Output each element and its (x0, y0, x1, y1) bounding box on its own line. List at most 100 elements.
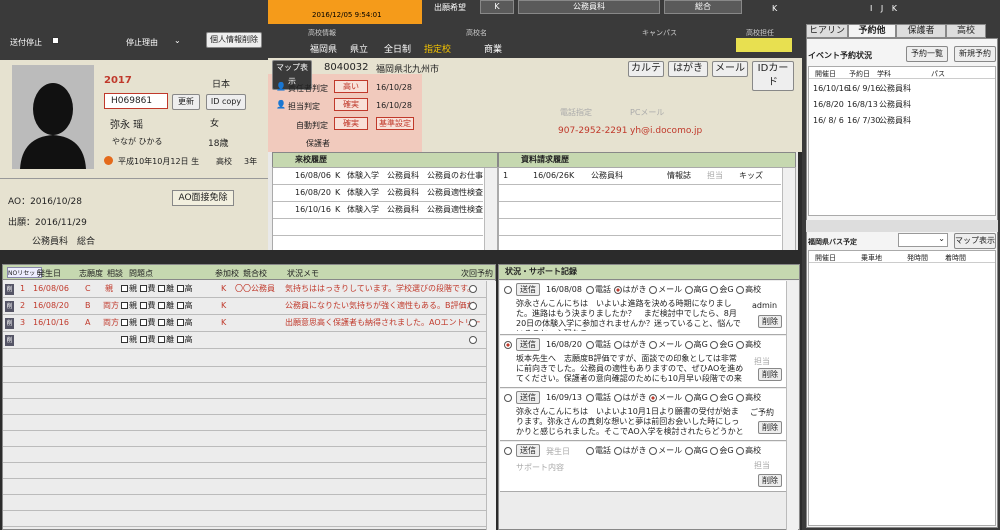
channel-options[interactable]: 電話 はがき メール 高G 会G 高校 (586, 392, 761, 403)
next-reserve-radio[interactable] (469, 319, 477, 327)
channel-options[interactable]: 電話 はがき メール 高G 会G 高校 (586, 445, 761, 456)
record-radio[interactable] (504, 447, 512, 455)
record-text[interactable]: 弥永さんこんにちは いよいよ進路を決める時期になりました。進路はもう決まりました… (516, 299, 744, 331)
ao-exempt-button[interactable]: AO面接免除 (172, 190, 234, 206)
criteria-button[interactable]: 基準設定 (376, 117, 414, 130)
scrollbar[interactable] (484, 168, 497, 250)
list-item[interactable]: 16/10/16 K 体験入学 公務員科 公務員適性検査 (273, 202, 483, 219)
id-copy-button[interactable]: ID copy (206, 94, 246, 110)
docs-history-title: 資料請求履歴 (498, 152, 796, 168)
scrollbar[interactable] (782, 168, 795, 250)
postcard-button[interactable]: はがき (668, 61, 708, 77)
tab-reservation[interactable]: 予約他 (848, 24, 896, 38)
delete-icon[interactable]: 削 (5, 301, 14, 312)
docs-history-list[interactable]: 1 16/06/26 K 公務員科 情報誌 担当 キッズ (498, 167, 796, 251)
list-item[interactable]: 1 16/06/26 K 公務員科 情報誌 担当 キッズ (499, 168, 781, 185)
hope-k: K (772, 4, 778, 13)
list-item[interactable] (273, 219, 483, 236)
email-address[interactable]: yh@i.docomo.jp (630, 126, 702, 136)
bus-list[interactable]: 開催日 乗車地 発時間 着時間 (808, 250, 996, 526)
support-title: 状況・サポート記録 (498, 264, 800, 280)
support-record[interactable]: 送信 16/08/20 電話 はがき メール 高G 会G 高校 坂本先生へ 志願… (500, 336, 786, 388)
stop-reason[interactable]: 停止理由 (126, 37, 158, 48)
delete-icon[interactable]: 削 (5, 318, 14, 329)
school-info-bar (268, 24, 802, 58)
channel-options[interactable]: 電話 はがき メール 高G 会G 高校 (586, 284, 761, 295)
teacher-field[interactable] (736, 38, 792, 52)
table-row[interactable]: 削 2 16/08/20 B 両方親 費 離 高 K 公務員になりたい気持ちが強く適性もある… (3, 298, 495, 315)
gap (0, 250, 802, 264)
delete-icon[interactable]: 削 (5, 284, 14, 295)
send-button[interactable]: 送信 (516, 391, 540, 404)
send-stop-checkbox[interactable] (52, 37, 59, 44)
list-item[interactable] (499, 185, 781, 202)
next-reserve-radio[interactable] (469, 302, 477, 310)
new-reserve-button[interactable]: 新規予約 (954, 46, 996, 62)
judge-value-2[interactable]: 確実 (334, 117, 368, 130)
support-record[interactable]: 送信 16/09/13 電話 はがき メール 高G 会G 高校 弥永さんこんにち… (500, 389, 786, 441)
datetime: 2016/12/05 9:54:01 (312, 11, 382, 19)
chevron-down-icon[interactable]: ⌄ (174, 36, 181, 45)
tab-hearing[interactable]: ヒアリン (806, 24, 848, 38)
next-reserve-radio[interactable] (469, 336, 477, 344)
table-row[interactable]: 削 3 16/10/16 A 両方親 費 離 高 K 出願意思高く保護者も納得されました。A… (3, 315, 495, 332)
record-date: 発生日 (546, 447, 570, 456)
send-button[interactable]: 送信 (516, 444, 540, 457)
judge-value-1[interactable]: 確実 (334, 98, 368, 111)
list-item[interactable]: 16/08/20 K 体験入学 公務員科 公務員適性検査 (273, 185, 483, 202)
list-item[interactable] (499, 202, 781, 219)
list-item[interactable]: 16/ 8/ 6 16/ 7/30 公務員科 (809, 113, 995, 130)
record-radio[interactable] (504, 394, 512, 402)
record-text[interactable]: 弥永さんこんにちは いよいよ10月1日より願書の受付が始まります。弥永さんの真剣… (516, 407, 744, 437)
hope-extra[interactable]: 総合 (664, 0, 742, 14)
hope-school[interactable]: K (480, 0, 514, 14)
judge-label-0: 責任者判定 (288, 84, 328, 93)
idcard-button[interactable]: IDカード (752, 61, 794, 91)
delete-icon[interactable]: 削 (5, 335, 14, 346)
list-item[interactable]: 16/08/06 K 体験入学 公務員科 公務員のお仕事 (273, 168, 483, 185)
record-radio[interactable] (504, 341, 512, 349)
support-record[interactable]: 送信 16/08/08 電話 はがき メール 高G 会G 高校 弥永さんこんにち… (500, 281, 786, 335)
mail-button[interactable]: メール (712, 61, 748, 77)
list-item[interactable]: 16/10/16 16/ 9/16 公務員科 (809, 81, 995, 98)
col-date: 発生日 (37, 269, 61, 278)
tab-guardian[interactable]: 保護者 (896, 24, 946, 38)
karte-button[interactable]: カルテ (628, 61, 664, 77)
record-text[interactable]: 坂本先生へ 志願度B評価ですが、面談での印象としては非常に前向きでした。公務員の… (516, 354, 744, 384)
phone-label: 電話指定 (560, 108, 592, 117)
record-delete-button[interactable]: 削除 (758, 474, 782, 487)
hope-course[interactable]: 公務員科 (518, 0, 660, 14)
event-list[interactable]: 開催日 予約日 学科 パス 16/10/16 16/ 9/16 公務員科 16/8/20 1… (808, 66, 996, 216)
bus-map-button[interactable]: マップ表示 (954, 233, 996, 249)
judge-value-0[interactable]: 高い (334, 80, 368, 93)
table-row[interactable]: 削親 費 離 高 (3, 332, 495, 349)
record-delete-button[interactable]: 削除 (758, 421, 782, 434)
table-row[interactable]: 削 1 16/08/06 C 親親 費 離 高 K 〇〇公務員 気持ちははっきりしています。学… (3, 281, 495, 298)
send-button[interactable]: 送信 (516, 283, 540, 296)
phone-number[interactable]: 907-2952-2291 (558, 126, 627, 136)
delete-personal-button[interactable]: 個人情報削除 (206, 32, 262, 48)
tab-school[interactable]: 高校 (946, 24, 986, 38)
scrollbar[interactable] (786, 281, 798, 530)
guardian-label: 保護者 (306, 139, 330, 148)
scrollbar[interactable] (486, 281, 496, 530)
record-text[interactable]: サポート内容 (516, 462, 564, 473)
support-record[interactable]: 送信 発生日 電話 はがき メール 高G 会G 高校 サポート内容 担当 削除 (500, 442, 786, 492)
school-info-label: 高校情報 (308, 29, 336, 37)
reserve-list-button[interactable]: 予約一覧 (906, 46, 948, 62)
update-button[interactable]: 更新 (172, 94, 200, 110)
list-item[interactable] (499, 219, 781, 236)
next-reserve-radio[interactable] (469, 285, 477, 293)
bus-select[interactable]: ⌄ (898, 233, 948, 247)
list-item[interactable]: 16/8/20 16/8/13 公務員科 (809, 97, 995, 114)
birthdate: 平成10年10月12日 生 (118, 157, 200, 166)
record-delete-button[interactable]: 削除 (758, 315, 782, 328)
visit-history-list[interactable]: 16/08/06 K 体験入学 公務員科 公務員のお仕事 16/08/20 K 体験入学 公務… (272, 167, 498, 251)
table-body: 削 1 16/08/06 C 親親 費 離 高 K 〇〇公務員 気持ちははっきりしています。学… (3, 281, 495, 529)
student-id[interactable]: H069861 (104, 93, 168, 109)
channel-options[interactable]: 電話 はがき メール 高G 会G 高校 (586, 339, 761, 350)
address: 福岡県北九州市 (376, 65, 440, 75)
record-delete-button[interactable]: 削除 (758, 368, 782, 381)
record-radio[interactable] (504, 286, 512, 294)
send-button[interactable]: 送信 (516, 338, 540, 351)
